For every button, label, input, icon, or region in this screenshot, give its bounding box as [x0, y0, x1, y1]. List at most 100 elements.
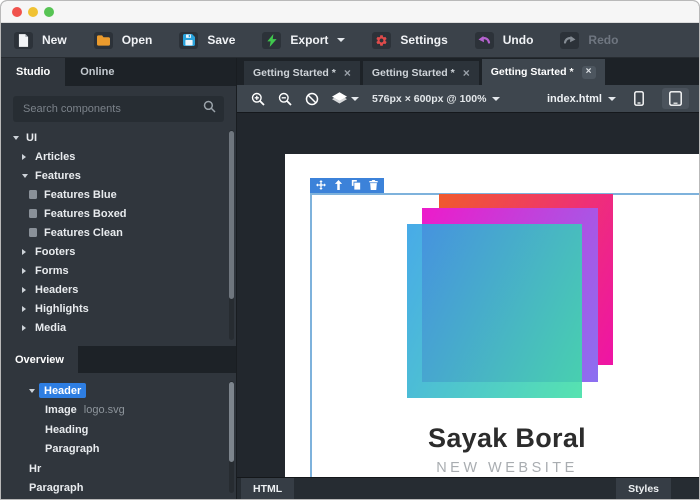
close-tab-icon[interactable]: × — [463, 67, 470, 79]
component-box-icon — [29, 228, 37, 237]
caret-down-icon — [13, 136, 26, 140]
delete-component-icon[interactable] — [369, 177, 378, 195]
bottom-panel-bar: HTML Styles — [237, 477, 699, 499]
duplicate-component-icon[interactable] — [351, 177, 361, 195]
overview-item-paragraph[interactable]: Paragraph — [1, 440, 236, 460]
tab-styles[interactable]: Styles — [616, 478, 671, 500]
tab-online[interactable]: Online — [65, 58, 129, 86]
undo-arrow-icon — [475, 32, 494, 49]
maximize-window-button[interactable] — [44, 7, 54, 17]
move-component-icon[interactable] — [316, 177, 326, 195]
overview-panel: Header Imagelogo.svg Heading Paragraph H… — [1, 373, 236, 499]
overview-item-hr[interactable]: Hr — [1, 459, 236, 479]
document-tab-1[interactable]: Getting Started * × — [244, 61, 360, 85]
tree-item-highlights[interactable]: Highlights — [1, 299, 236, 318]
component-tree: UI Articles Features Features Blue Featu… — [1, 128, 236, 337]
overview-item-header[interactable]: Header — [1, 381, 236, 401]
tree-item-ui[interactable]: UI — [1, 128, 236, 147]
design-canvas[interactable]: Sayak Boral NEW WEBSITE — [237, 113, 699, 477]
tree-item-features-clean[interactable]: Features Clean — [1, 223, 236, 242]
document-tab-3-active[interactable]: Getting Started * × — [482, 59, 605, 85]
component-box-icon — [29, 190, 37, 199]
save-label: Save — [207, 33, 235, 47]
caret-right-icon — [22, 154, 35, 160]
caret-right-icon — [22, 268, 35, 274]
search-box — [13, 96, 224, 122]
undo-label: Undo — [503, 33, 534, 47]
overview-item-heading[interactable]: Heading — [1, 420, 236, 440]
phone-icon — [634, 91, 644, 106]
settings-gear-icon — [372, 32, 391, 49]
selection-mini-toolbar — [310, 178, 384, 193]
logo-square-front[interactable] — [407, 224, 582, 398]
close-window-button[interactable] — [12, 7, 22, 17]
overview-item-paragraph-2[interactable]: Paragraph — [1, 479, 236, 499]
tree-item-footers[interactable]: Footers — [1, 242, 236, 261]
redo-label: Redo — [588, 33, 618, 47]
undo-button[interactable]: Undo — [475, 32, 534, 49]
new-button[interactable]: New — [14, 32, 67, 49]
export-caret-icon — [337, 38, 345, 42]
layers-icon[interactable] — [332, 92, 359, 105]
tab-studio[interactable]: Studio — [1, 58, 65, 86]
settings-label: Settings — [400, 33, 447, 47]
select-parent-icon[interactable] — [334, 177, 343, 195]
caret-right-icon — [22, 325, 35, 331]
open-button[interactable]: Open — [94, 32, 153, 49]
open-folder-icon — [94, 32, 113, 49]
tree-item-features-boxed[interactable]: Features Boxed — [1, 204, 236, 223]
file-selector-dropdown[interactable]: index.html — [547, 93, 616, 105]
export-lightning-icon — [262, 32, 281, 49]
close-tab-icon[interactable]: × — [344, 67, 351, 79]
components-panel: UI Articles Features Features Blue Featu… — [1, 86, 236, 346]
redo-button[interactable]: Redo — [560, 32, 618, 49]
page-heading[interactable]: Sayak Boral — [285, 423, 699, 454]
main-toolbar: New Open Save Export Settings — [1, 23, 699, 58]
tree-item-features[interactable]: Features — [1, 166, 236, 185]
zoom-out-icon[interactable] — [278, 92, 292, 106]
tree-item-features-blue[interactable]: Features Blue — [1, 185, 236, 204]
document-tab-bar: Getting Started * × Getting Started * × … — [237, 58, 699, 85]
save-button[interactable]: Save — [179, 32, 235, 49]
image-filename: logo.svg — [84, 404, 125, 416]
caret-down-icon — [29, 389, 39, 393]
dimensions-caret-icon — [492, 97, 500, 101]
caret-right-icon — [22, 306, 35, 312]
tab-html[interactable]: HTML — [241, 478, 294, 500]
tab-overview[interactable]: Overview — [1, 346, 78, 373]
caret-right-icon — [22, 287, 35, 293]
tree-item-headers[interactable]: Headers — [1, 280, 236, 299]
tablet-preview-button[interactable] — [662, 88, 689, 109]
canvas-dimensions-dropdown[interactable]: 576px × 600px @ 100% — [372, 93, 500, 105]
search-input[interactable] — [13, 103, 203, 115]
overview-scrollbar-thumb[interactable] — [229, 382, 234, 462]
tree-item-forms[interactable]: Forms — [1, 261, 236, 280]
page-subtitle[interactable]: NEW WEBSITE — [285, 460, 699, 476]
new-label: New — [42, 33, 67, 47]
sidebar: Studio Online UI Articles Features Featu… — [1, 58, 236, 499]
canvas-toolbar: 576px × 600px @ 100% index.html — [237, 85, 699, 113]
app-window: New Open Save Export Settings — [0, 0, 700, 500]
export-button[interactable]: Export — [262, 32, 345, 49]
titlebar — [1, 1, 699, 23]
phone-preview-button[interactable] — [629, 88, 649, 109]
sidebar-tab-bar: Studio Online — [1, 58, 236, 86]
minimize-window-button[interactable] — [28, 7, 38, 17]
page-preview[interactable]: Sayak Boral NEW WEBSITE — [285, 154, 699, 477]
overview-tab-bar: Overview — [1, 346, 236, 373]
disable-outline-icon[interactable] — [305, 92, 319, 106]
close-tab-icon[interactable]: × — [582, 66, 596, 79]
new-document-icon — [14, 32, 33, 49]
save-floppy-icon — [179, 32, 198, 49]
components-scrollbar-thumb[interactable] — [229, 131, 234, 299]
tree-item-articles[interactable]: Articles — [1, 147, 236, 166]
layers-caret-icon — [351, 97, 359, 101]
document-tab-2[interactable]: Getting Started * × — [363, 61, 479, 85]
zoom-in-icon[interactable] — [251, 92, 265, 106]
tablet-icon — [669, 91, 682, 106]
tree-item-media[interactable]: Media — [1, 318, 236, 337]
caret-right-icon — [22, 249, 35, 255]
overview-item-image[interactable]: Imagelogo.svg — [1, 401, 236, 421]
redo-arrow-icon — [560, 32, 579, 49]
settings-button[interactable]: Settings — [372, 32, 447, 49]
